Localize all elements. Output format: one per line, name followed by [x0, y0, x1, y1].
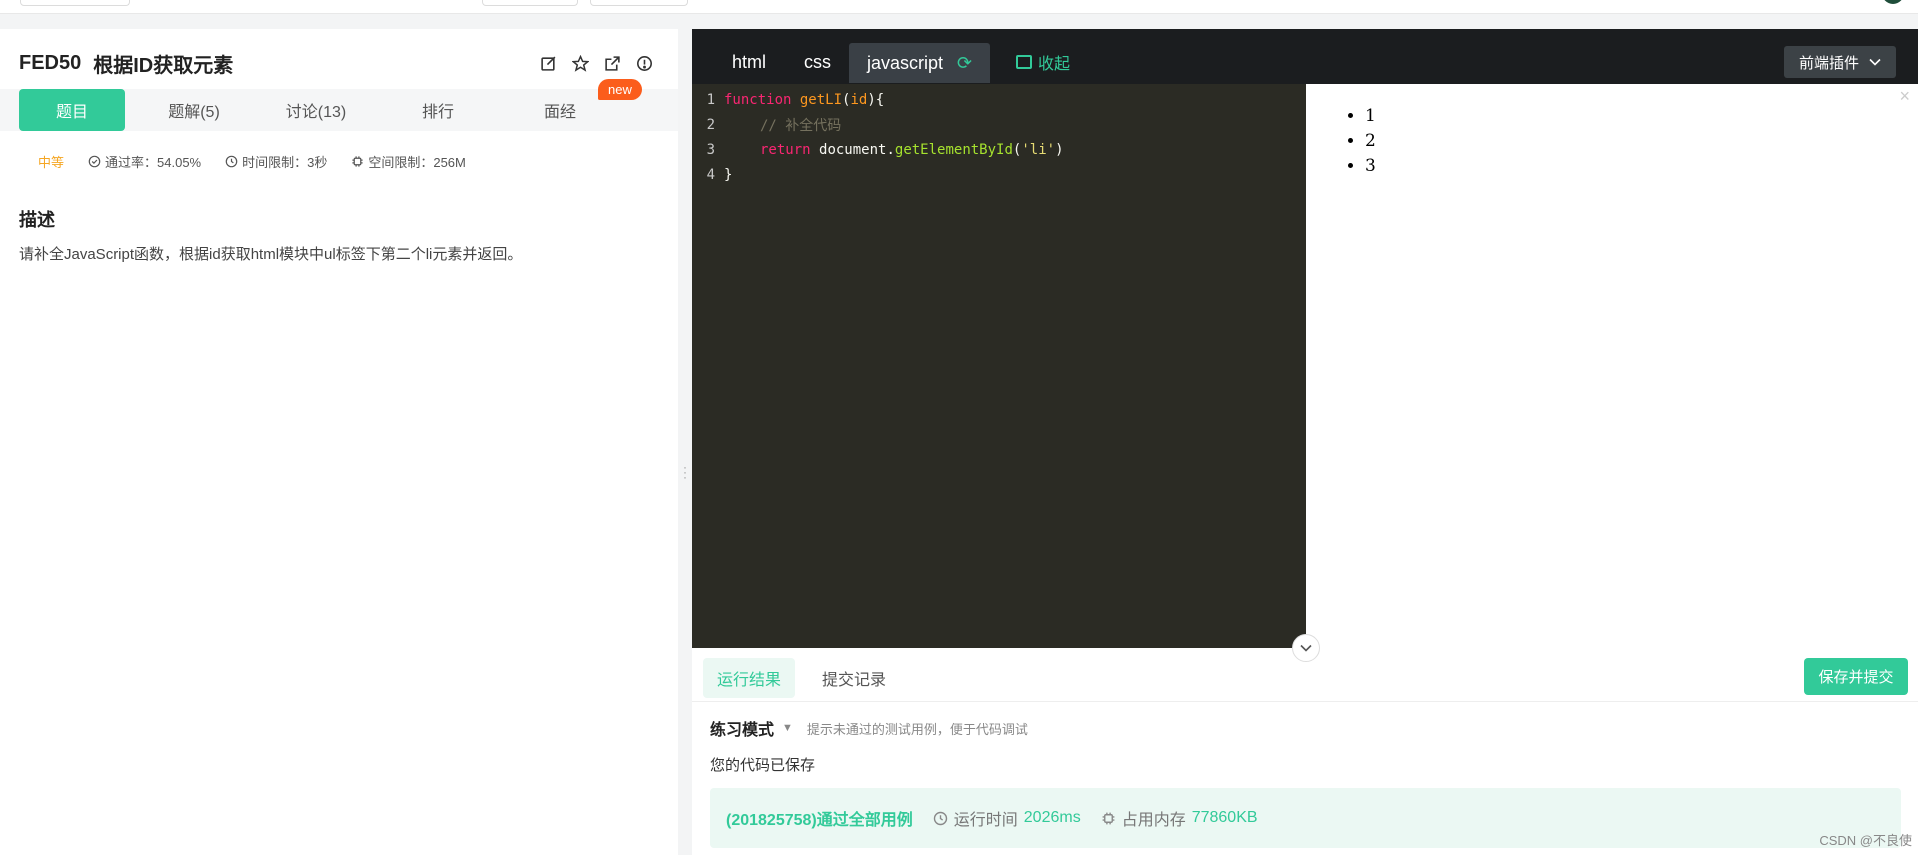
code-comment: // 补全代码 — [760, 117, 842, 134]
editor-toolbar: html css javascript ⟳ 收起 前端插件 — [692, 29, 1918, 84]
chip-icon — [1102, 812, 1115, 824]
panel-splitter[interactable]: · · · — [678, 29, 692, 855]
code-token: function — [724, 91, 792, 108]
problem-meta: 中等 通过率：54.05% 时间限制：3秒 空间限制：256M — [38, 152, 466, 171]
tab-solutions[interactable]: 题解(5) — [141, 89, 247, 131]
top-button-stub[interactable] — [590, 0, 688, 6]
problem-id: FED50 — [19, 51, 82, 74]
code-token: document — [819, 141, 887, 158]
line-number: 1 — [706, 91, 715, 108]
chip-icon — [352, 156, 363, 167]
preview-pane: × 1 2 3 — [1306, 84, 1918, 648]
plugin-dropdown[interactable]: 前端插件 — [1784, 46, 1896, 78]
list-item: 3 — [1365, 154, 1376, 179]
code-token: ( — [842, 91, 851, 108]
runtime-label: 运行时间 — [953, 812, 1018, 829]
problem-title-row: FED50 根据ID获取元素 — [19, 49, 233, 77]
tab-javascript[interactable]: javascript ⟳ — [849, 43, 991, 83]
runtime-value: 2026ms — [1023, 809, 1081, 826]
line-number: 3 — [706, 141, 715, 158]
pass-rate-text: 通过率：54.05% — [105, 155, 202, 170]
editor-panel: html css javascript ⟳ 收起 前端插件 1 function… — [692, 29, 1918, 855]
code-line: 2 // 补全代码 — [692, 112, 1306, 137]
tab-html[interactable]: html — [732, 42, 766, 82]
problem-title: 根据ID获取元素 — [93, 54, 234, 77]
saved-message: 您的代码已保存 — [710, 757, 816, 774]
space-limit-text: 空间限制：256M — [368, 155, 466, 170]
watermark: CSDN @不良使 — [1819, 833, 1912, 848]
description-text: 请补全JavaScript函数，根据id获取html模块中ul标签下第二个li元… — [19, 246, 523, 263]
collapse-label: 收起 — [1038, 56, 1071, 73]
code-token: ) — [1055, 141, 1064, 158]
difficulty-badge: 中等 — [38, 155, 65, 170]
close-icon[interactable]: × — [1899, 86, 1910, 107]
code-token: getLI — [799, 91, 843, 108]
time-limit: 时间限制：3秒 — [225, 152, 327, 171]
list-item: 2 — [1365, 129, 1376, 154]
mode-hint: 提示未通过的测试用例，便于代码调试 — [806, 721, 1028, 737]
code-token: . — [886, 141, 895, 158]
result-summary: (201825758)通过全部用例 运行时间 2026ms 占用内存 77860… — [710, 788, 1901, 848]
code-token: ){ — [867, 91, 885, 108]
code-token: 'li' — [1021, 141, 1056, 158]
collapse-button[interactable]: 收起 — [1016, 50, 1070, 74]
code-token: return — [760, 141, 811, 158]
edit-icon[interactable] — [538, 53, 558, 73]
tab-css[interactable]: css — [804, 42, 831, 82]
mode-dropdown[interactable]: 练习模式 — [710, 716, 774, 740]
clock-icon — [225, 155, 238, 168]
tab-run-result[interactable]: 运行结果 — [703, 658, 796, 698]
line-number: 4 — [706, 166, 715, 183]
code-token: getElementById — [894, 141, 1013, 158]
tab-ranking[interactable]: 排行 — [385, 89, 491, 131]
new-badge: new — [598, 79, 642, 100]
check-circle-icon — [88, 155, 101, 168]
memory-stat: 占用内存 77860KB — [1101, 806, 1258, 830]
memory-label: 占用内存 — [1121, 812, 1186, 829]
top-bar — [0, 0, 1918, 14]
top-button-stub[interactable] — [20, 0, 130, 6]
drag-handle-icon[interactable]: · · · — [683, 461, 687, 483]
code-token: id — [850, 91, 868, 108]
star-icon[interactable] — [570, 53, 590, 73]
code-line: 3 return document. getElementById('li') — [692, 137, 1306, 162]
preview-list: 1 2 3 — [1365, 104, 1376, 179]
code-token: ( — [1012, 141, 1022, 158]
tab-discussion[interactable]: 讨论(13) — [263, 89, 369, 131]
code-line: 1 function getLI(id){ — [692, 87, 1306, 112]
plugin-label: 前端插件 — [1798, 54, 1859, 72]
external-link-icon[interactable] — [602, 53, 622, 73]
result-panel: 运行结果 提交记录 保存并提交 练习模式 ▼ 提示未通过的测试用例，便于代码调试… — [692, 648, 1918, 855]
time-limit-text: 时间限制：3秒 — [242, 155, 328, 170]
memory-value: 77860KB — [1191, 809, 1258, 826]
save-submit-button[interactable]: 保存并提交 — [1804, 658, 1908, 695]
problem-tabs: 题目 题解(5) 讨论(13) 排行 面经 new — [0, 79, 678, 131]
tab-problem[interactable]: 题目 — [19, 89, 125, 131]
line-number: 2 — [706, 116, 715, 133]
runtime-stat: 运行时间 2026ms — [933, 806, 1081, 830]
info-icon[interactable] — [634, 53, 654, 73]
list-item: 1 — [1365, 104, 1376, 129]
pass-rate: 通过率：54.05% — [88, 152, 201, 171]
code-editor[interactable]: 1 function getLI(id){ 2 // 补全代码 3 return… — [692, 84, 1306, 648]
space-limit: 空间限制：256M — [351, 152, 466, 171]
tab-submission-history[interactable]: 提交记录 — [808, 658, 900, 698]
pass-message: (201825758)通过全部用例 — [726, 812, 913, 829]
description-heading: 描述 — [19, 210, 55, 230]
clock-icon — [933, 811, 947, 825]
chevron-down-icon — [1869, 58, 1881, 66]
practice-mode: 练习模式 ▼ 提示未通过的测试用例，便于代码调试 — [710, 716, 1028, 740]
code-token: } — [724, 166, 733, 183]
panel-icon — [1016, 55, 1032, 69]
refresh-icon[interactable]: ⟳ — [957, 53, 972, 74]
chevron-down-icon — [1300, 644, 1312, 652]
expand-panel-button[interactable] — [1292, 634, 1320, 662]
code-line: 4 } — [692, 162, 1306, 187]
avatar[interactable] — [1882, 0, 1904, 4]
tab-javascript-label: javascript — [867, 52, 944, 73]
title-actions — [538, 53, 654, 73]
problem-panel: FED50 根据ID获取元素 题目 题解(5) 讨论(13) 排行 面经 new… — [0, 29, 678, 855]
top-button-stub[interactable] — [482, 0, 578, 6]
caret-down-icon[interactable]: ▼ — [782, 722, 793, 734]
